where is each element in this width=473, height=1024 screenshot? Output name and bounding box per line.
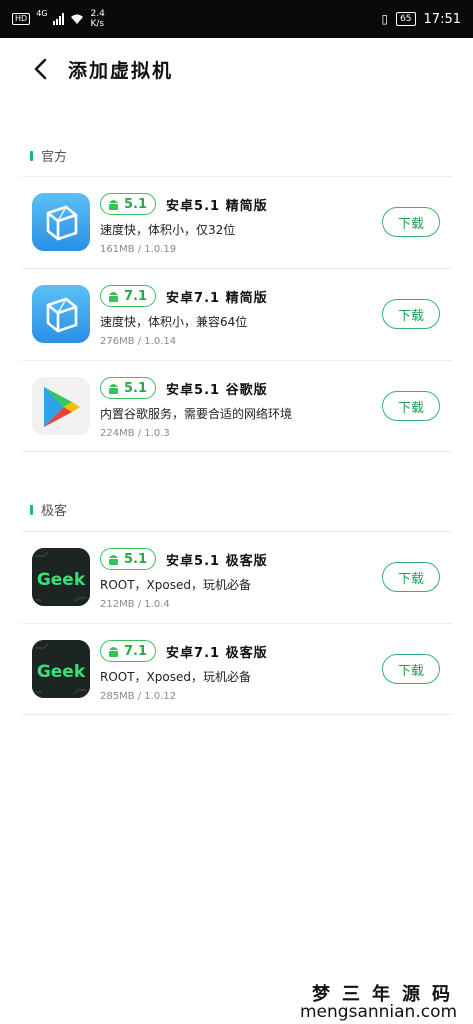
- google-play-icon: [32, 377, 90, 435]
- app-name: 安卓5.1 精简版: [166, 198, 268, 214]
- svg-text:Geek: Geek: [37, 570, 86, 590]
- section-marker: [30, 504, 33, 515]
- version-badge: 5.1: [100, 377, 157, 399]
- net-speed: 2.4 K/s: [90, 9, 105, 29]
- geek-list: Geek 5.1 安卓5.1 极客版 ROOT，Xposed，玩机必备 212M…: [22, 531, 452, 715]
- app-meta: 276MB / 1.0.14: [100, 336, 177, 347]
- network-type: 4G: [36, 9, 48, 18]
- battery-icon: 65: [396, 12, 416, 26]
- status-bar: HD 4G 2.4 K/s ▯ 65 17:51: [0, 0, 473, 38]
- android-icon: [109, 384, 118, 394]
- vibrate-icon: ▯: [381, 12, 389, 26]
- screen: HD 4G 2.4 K/s ▯ 65 17:51 添加虚拟机 官方 5.1 安卓…: [0, 0, 473, 1024]
- version-badge: 7.1: [100, 640, 157, 662]
- page-title: 添加虚拟机: [68, 59, 174, 82]
- app-meta: 161MB / 1.0.19: [100, 244, 177, 255]
- official-list: 5.1 安卓5.1 精简版 速度快，体积小，仅32位 161MB / 1.0.1…: [22, 176, 452, 452]
- watermark-en: mengsannian.com: [300, 1002, 458, 1022]
- app-meta: 224MB / 1.0.3: [100, 428, 170, 439]
- list-item: 5.1 安卓5.1 精简版 速度快，体积小，仅32位 161MB / 1.0.1…: [22, 176, 452, 268]
- android-icon: [109, 292, 118, 302]
- vmos-cube-icon: [32, 193, 90, 251]
- geek-icon: Geek: [32, 548, 90, 606]
- app-meta: 285MB / 1.0.12: [100, 691, 177, 702]
- app-name: 安卓5.1 极客版: [166, 553, 268, 569]
- clock: 17:51: [423, 11, 461, 27]
- list-item: Geek 5.1 安卓5.1 极客版 ROOT，Xposed，玩机必备 212M…: [22, 531, 452, 623]
- app-header: 添加虚拟机: [0, 46, 473, 92]
- app-name: 安卓7.1 极客版: [166, 645, 268, 661]
- app-meta: 212MB / 1.0.4: [100, 599, 170, 610]
- section-header-official: 官方: [30, 146, 67, 165]
- svg-text:Geek: Geek: [37, 662, 86, 682]
- list-item: 5.1 安卓5.1 谷歌版 内置谷歌服务，需要合适的网络环境 224MB / 1…: [22, 360, 452, 452]
- app-description: 内置谷歌服务，需要合适的网络环境: [100, 407, 293, 421]
- version-badge: 7.1: [100, 285, 157, 307]
- android-icon: [109, 200, 118, 210]
- app-description: ROOT，Xposed，玩机必备: [100, 670, 251, 684]
- app-description: ROOT，Xposed，玩机必备: [100, 578, 251, 592]
- section-header-geek: 极客: [30, 500, 67, 519]
- vmos-cube-icon: [32, 285, 90, 343]
- app-name: 安卓5.1 谷歌版: [166, 382, 268, 398]
- android-icon: [109, 555, 118, 565]
- app-description: 速度快，体积小，兼容64位: [100, 315, 248, 329]
- list-item: 7.1 安卓7.1 精简版 速度快，体积小，兼容64位 276MB / 1.0.…: [22, 268, 452, 360]
- hd-indicator: HD: [12, 13, 31, 25]
- section-title: 极客: [41, 504, 68, 519]
- download-button[interactable]: 下载: [382, 207, 440, 237]
- download-button[interactable]: 下载: [382, 562, 440, 592]
- wifi-icon: [71, 14, 84, 24]
- app-description: 速度快，体积小，仅32位: [100, 223, 236, 237]
- download-button[interactable]: 下载: [382, 299, 440, 329]
- app-name: 安卓7.1 精简版: [166, 290, 268, 306]
- geek-icon: Geek: [32, 640, 90, 698]
- download-button[interactable]: 下载: [382, 391, 440, 421]
- download-button[interactable]: 下载: [382, 654, 440, 684]
- version-badge: 5.1: [100, 548, 157, 570]
- list-item: Geek 7.1 安卓7.1 极客版 ROOT，Xposed，玩机必备 285M…: [22, 623, 452, 715]
- back-arrow-icon[interactable]: [20, 49, 60, 89]
- section-title: 官方: [41, 150, 68, 165]
- version-badge: 5.1: [100, 193, 157, 215]
- section-marker: [30, 150, 33, 161]
- signal-icon: [53, 13, 65, 25]
- android-icon: [109, 647, 118, 657]
